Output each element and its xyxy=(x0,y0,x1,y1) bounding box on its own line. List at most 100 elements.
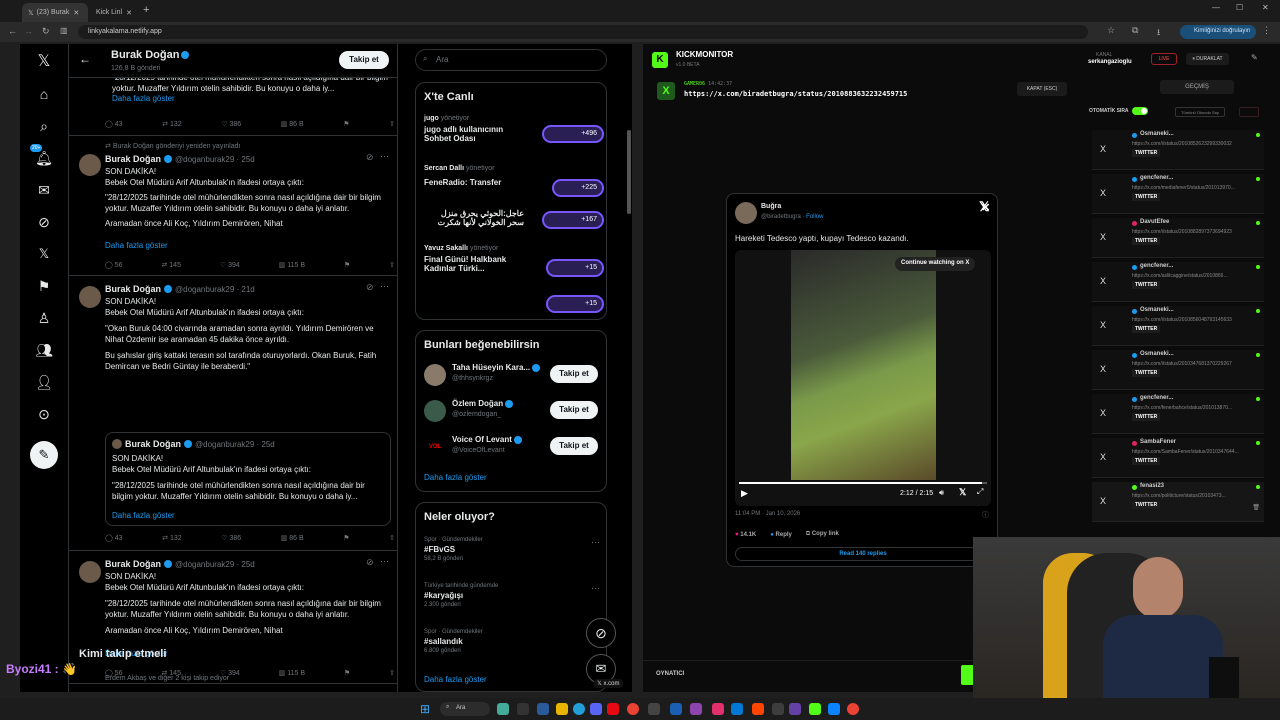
menu-icon[interactable]: ⋮ xyxy=(1262,25,1271,36)
bookmark-icon[interactable]: ⚑ xyxy=(344,261,350,269)
notifications-icon[interactable]: 🔔︎ 20+ xyxy=(30,144,54,168)
messages-icon[interactable]: ✉ xyxy=(34,180,54,200)
read-replies-button[interactable]: Read 140 replies xyxy=(735,547,991,561)
show-more-link[interactable]: Daha fazla göster xyxy=(112,511,175,520)
reply-button[interactable]: ◯ 43 xyxy=(105,120,123,128)
queue-item[interactable]: Xgencfener... https://x.com/mediafener0/s… xyxy=(1092,174,1264,214)
play-icon[interactable]: ▶ xyxy=(741,488,748,499)
app-icon[interactable] xyxy=(648,703,660,715)
x-logo-icon[interactable]: 𝕏 xyxy=(959,487,966,498)
live-item[interactable]: Yavuz Sakallı yönetiyor Final Günü! Halk… xyxy=(424,245,604,285)
app-icon[interactable] xyxy=(517,703,529,715)
more-icon[interactable]: ⊙ xyxy=(34,404,54,424)
app-icon[interactable] xyxy=(731,703,743,715)
tweet-card[interactable]: Burak Doğan @doganburak29 · 21d ⊘ ⋯ SON D… xyxy=(69,276,397,551)
like-button[interactable]: ♥ 14.1K xyxy=(735,532,756,538)
extensions-icon[interactable]: ⧉ xyxy=(1132,25,1138,36)
follow-button[interactable]: Takip et xyxy=(550,365,598,383)
close-window-icon[interactable]: ✕ xyxy=(1262,3,1269,12)
compose-post-button[interactable]: ✎ xyxy=(30,441,58,469)
url-field[interactable]: linkyakalama.netlify.app xyxy=(78,25,1088,39)
bookmark-icon[interactable]: ⚑ xyxy=(343,120,349,128)
tweet-card[interactable]: "28/12/2025 tarihinde otel mühürlendikte… xyxy=(69,73,397,136)
close-tab-icon[interactable]: ✕ xyxy=(126,9,132,17)
queue-item[interactable]: X DavutEfee https://x.com/i/status/2010882… xyxy=(1092,218,1264,258)
close-embed-icon[interactable]: ✕ xyxy=(981,201,990,214)
reply-button[interactable]: ◯ 43 xyxy=(105,534,123,542)
volume-icon[interactable]: 🔊︎ xyxy=(939,488,944,498)
app-icon[interactable] xyxy=(670,703,682,715)
reply-button[interactable]: ◯ 56 xyxy=(105,261,123,269)
tab-twitter[interactable]: 𝕏 (23) Burak ✕ xyxy=(22,3,88,22)
delete-icon[interactable]: 🗑︎ xyxy=(1252,504,1260,511)
discord-icon[interactable] xyxy=(590,703,602,715)
kick-icon[interactable] xyxy=(809,703,821,715)
like-button[interactable]: ♡ 394 xyxy=(220,261,240,269)
continue-watching-button[interactable]: Continue watching on X xyxy=(895,257,976,271)
fullscreen-icon[interactable]: ⤢ xyxy=(977,487,983,497)
premium-x-icon[interactable]: 𝕏 xyxy=(34,244,54,264)
follow-button[interactable]: Takip et xyxy=(550,401,598,419)
suggested-user[interactable]: Taha Hüseyin Kara... @thhsynkrgz Takip e… xyxy=(424,361,600,391)
share-icon[interactable]: ⇧ xyxy=(389,669,395,677)
history-button[interactable]: GEÇMİŞ xyxy=(1160,80,1234,94)
live-item[interactable]: jugo yönetiyor jugo adlı kullanıcının So… xyxy=(424,115,604,155)
tab-kick[interactable]: Kick Linl ✕ xyxy=(90,3,140,22)
avatar[interactable] xyxy=(79,154,101,176)
views-button[interactable]: ▥ 86 B xyxy=(281,120,304,128)
app-icon[interactable] xyxy=(772,703,784,715)
grok-icon[interactable]: ⊘ xyxy=(366,557,374,568)
copy-link-button[interactable]: ⧉ Copy link xyxy=(806,531,839,538)
show-more-link[interactable]: Daha fazla göster xyxy=(105,241,168,250)
live-item[interactable]: عاجل:الحوثي يحرق منزل سحر الخولاني لأنها… xyxy=(424,209,604,239)
more-options-icon[interactable]: ⋯ xyxy=(591,537,600,548)
retweet-button[interactable]: ⇄ 132 xyxy=(162,120,182,128)
close-player-button[interactable]: KAPAT (ESC) xyxy=(1017,82,1067,96)
app-icon[interactable] xyxy=(497,703,509,715)
auto-queue-toggle[interactable] xyxy=(1132,107,1148,115)
queue-item[interactable]: X SambaFener https://x.com/SambaFener/stat… xyxy=(1092,438,1264,478)
show-more-link[interactable]: Daha fazla göster xyxy=(112,94,175,103)
chrome-icon[interactable] xyxy=(847,703,859,715)
tweet-card[interactable]: ⇄ Burak Doğan gönderiyi yeniden yayınlad… xyxy=(69,136,397,276)
grok-icon[interactable]: ⊘ xyxy=(366,152,374,163)
communities-icon[interactable]: 👥︎ xyxy=(34,340,54,360)
retweet-button[interactable]: ⇄ 132 xyxy=(162,534,182,542)
forward-icon[interactable]: → xyxy=(24,26,33,36)
show-more-link[interactable]: Daha fazla göster xyxy=(424,473,487,482)
like-button[interactable]: ♡ 386 xyxy=(221,534,241,542)
verify-identity-button[interactable]: Kimliğinizi doğrulayın xyxy=(1180,25,1256,39)
embed-follow-link[interactable]: Follow xyxy=(806,214,823,220)
active-url[interactable]: https://x.com/biradetbugra/status/201088… xyxy=(684,90,907,98)
video-progress[interactable] xyxy=(739,482,987,484)
share-icon[interactable]: ⇧ xyxy=(389,261,395,269)
trend-item[interactable]: Spor · Gündemdekiler #FBvGS 58,2 B gönderi… xyxy=(424,537,600,562)
avatar[interactable] xyxy=(79,286,101,308)
app-icon[interactable] xyxy=(828,703,840,715)
download-icon[interactable]: ⭳ xyxy=(1157,25,1160,41)
reply-button[interactable]: ● Reply xyxy=(770,532,792,538)
queue-item[interactable]: Xfenasi23 https://x.com/politicture/statu… xyxy=(1092,482,1264,522)
settings-icon[interactable]: ✎ xyxy=(1251,53,1258,62)
chrome-icon[interactable] xyxy=(627,703,639,715)
app-icon[interactable] xyxy=(789,703,801,715)
app-icon[interactable] xyxy=(690,703,702,715)
taskbar-search[interactable]: ⌕ Ara xyxy=(440,702,490,716)
telegram-icon[interactable] xyxy=(573,703,585,715)
app-icon[interactable] xyxy=(712,703,724,715)
avatar[interactable] xyxy=(735,202,757,224)
profile-icon[interactable]: 👤︎ xyxy=(34,372,54,392)
grok-icon[interactable]: ⊘ xyxy=(34,212,54,232)
pause-button[interactable]: ⏸ DURAKLAT xyxy=(1186,53,1229,65)
follow-button[interactable]: Takip et xyxy=(550,437,598,455)
sidebar-icon[interactable]: ▥ xyxy=(60,26,68,35)
bookmark-icon[interactable]: ⚑ xyxy=(344,669,350,677)
tweet-card[interactable]: Burak Doğan @doganburak29 · 25d ⊘ ⋯ SON D… xyxy=(69,551,397,684)
app-icon[interactable] xyxy=(537,703,549,715)
like-button[interactable]: ♡ 386 xyxy=(221,120,241,128)
bookmarks-icon[interactable]: ⚑ xyxy=(34,276,54,296)
search-input[interactable]: ⌕ Ara xyxy=(415,49,607,71)
queue-item[interactable]: Xgencfener... https://x.com/fenerbahce/st… xyxy=(1092,394,1264,434)
maximize-icon[interactable]: ☐ xyxy=(1236,3,1243,12)
search-icon[interactable]: ⌕ xyxy=(34,116,54,136)
